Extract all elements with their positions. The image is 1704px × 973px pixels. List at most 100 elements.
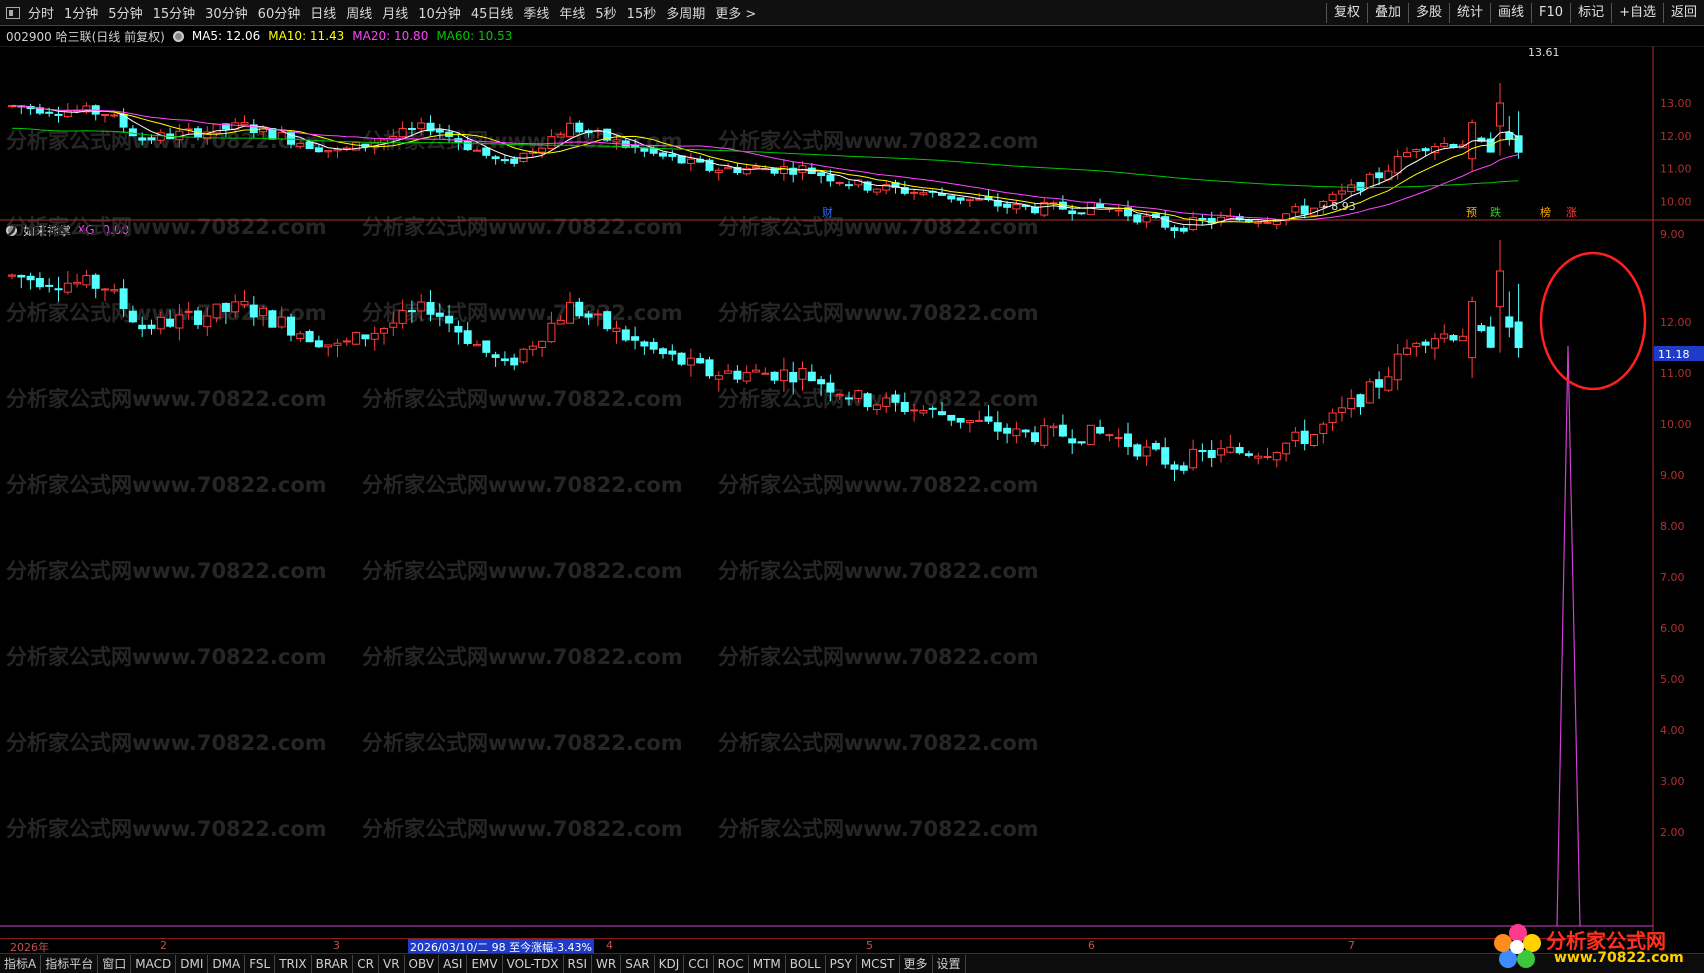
indicator-tab-21[interactable]: MTM (749, 954, 786, 973)
tool-button-0[interactable]: 复权 (1325, 3, 1367, 23)
indicator-candle-body (761, 372, 770, 375)
indicator-tab-15[interactable]: RSI (564, 954, 593, 973)
indicator-candle-body (119, 288, 128, 309)
indicator-tab-3[interactable]: MACD (131, 954, 177, 973)
watermark-text: 分析家公式网www.70822.com (718, 473, 1039, 497)
indicator-candle-body (473, 343, 481, 347)
indicator-candle-body (1198, 450, 1207, 453)
period-16[interactable]: 更多 > (715, 3, 756, 22)
indicator-tab-2[interactable]: 窗口 (98, 954, 132, 973)
main-candle-body (491, 156, 500, 160)
tool-button-6[interactable]: 标记 (1570, 3, 1611, 23)
indicator-tab-24[interactable]: MCST (857, 954, 900, 973)
period-8[interactable]: 月线 (382, 3, 408, 22)
indicator-tab-22[interactable]: BOLL (786, 954, 826, 973)
indicator-tab-13[interactable]: EMV (467, 954, 503, 973)
indicator-candle-body (752, 369, 760, 373)
period-2[interactable]: 5分钟 (108, 3, 142, 22)
period-13[interactable]: 5秒 (595, 3, 616, 22)
period-9[interactable]: 10分钟 (418, 3, 461, 22)
period-14[interactable]: 15秒 (627, 3, 657, 22)
main-candle-body (45, 111, 54, 114)
indicator-tab-4[interactable]: DMI (176, 954, 209, 973)
indicator-candle-body (305, 331, 314, 343)
indicator-tab-25[interactable]: 更多 (900, 954, 933, 973)
period-5[interactable]: 60分钟 (258, 3, 301, 22)
main-candle-body (770, 167, 779, 174)
indicator-tab-16[interactable]: WR (592, 954, 622, 973)
period-6[interactable]: 日线 (310, 3, 336, 22)
indicator-tab-1[interactable]: 指标平台 (41, 954, 99, 973)
indicator-candle-body (1068, 438, 1077, 444)
indicator-tab-11[interactable]: OBV (405, 954, 440, 973)
window-toggle-icon[interactable] (6, 6, 20, 19)
indicator-candle-body (696, 358, 705, 364)
indicator-candle-body (1086, 424, 1095, 446)
indicator-candle-body (1403, 347, 1411, 355)
main-candle-body (500, 159, 509, 162)
indicator-tab-20[interactable]: ROC (714, 954, 749, 973)
tool-button-8[interactable]: 返回 (1662, 3, 1704, 23)
settings-icon[interactable] (172, 30, 184, 42)
indicator-candle-body (1319, 423, 1328, 434)
tool-button-4[interactable]: 画线 (1490, 3, 1531, 23)
indicator-tab-17[interactable]: SAR (621, 954, 655, 973)
period-4[interactable]: 30分钟 (205, 3, 248, 22)
main-candle-body (677, 155, 686, 164)
indicator-tab-10[interactable]: VR (379, 954, 405, 973)
indicator-candle-body (1096, 426, 1105, 434)
indicator-candle-body (277, 316, 286, 328)
indicator-tab-14[interactable]: VOL-TDX (503, 954, 564, 973)
main-candle-body (640, 148, 649, 152)
sub-tick-label: 8.00 (1660, 520, 1685, 533)
indicator-tab-5[interactable]: DMA (208, 954, 246, 973)
period-1[interactable]: 1分钟 (64, 3, 98, 22)
indicator-candle-body (249, 304, 258, 318)
main-candle-body (779, 166, 788, 175)
tool-button-2[interactable]: 多股 (1407, 3, 1449, 23)
indicator-candle-body (1440, 333, 1449, 339)
watermark-layer: 分析家公式网www.70822.com 分析家公式网www.70822.com 分析… (6, 129, 1039, 841)
sub-tick-label: 5.00 (1660, 673, 1685, 686)
period-3[interactable]: 15分钟 (153, 3, 196, 22)
indicator-tab-6[interactable]: FSL (245, 954, 276, 973)
period-15[interactable]: 多周期 (666, 3, 705, 22)
tool-button-5[interactable]: F10 (1531, 3, 1570, 23)
tool-button-7[interactable]: +自选 (1611, 3, 1663, 23)
indicator-candle-body (817, 379, 826, 385)
sub-tick-label: 3.00 (1660, 775, 1685, 788)
indicator-tab-7[interactable]: TRIX (275, 954, 312, 973)
period-11[interactable]: 季线 (523, 3, 549, 22)
main-candle-body (1133, 214, 1142, 223)
indicator-candle-body (35, 278, 44, 288)
main-candle-body (1198, 217, 1207, 220)
main-candle-body (538, 147, 547, 153)
tool-button-3[interactable]: 统计 (1449, 3, 1490, 23)
indicator-candle-body (296, 333, 305, 339)
period-0[interactable]: 分时 (28, 3, 54, 22)
indicator-candle-body (101, 288, 109, 291)
main-tick-label: 9.00 (1660, 228, 1685, 241)
main-candle-body (965, 198, 974, 201)
indicator-candle-body (519, 348, 528, 363)
indicator-candle-body (1235, 447, 1244, 454)
period-7[interactable]: 周线 (346, 3, 372, 22)
indicator-tab-23[interactable]: PSY (826, 954, 857, 973)
main-candle-body (556, 134, 565, 138)
period-12[interactable]: 年线 (559, 3, 585, 22)
indicator-candle-body (891, 394, 900, 403)
indicator-tab-19[interactable]: CCI (684, 954, 714, 973)
kline-chart[interactable]: 分析家公式网www.70822.com 分析家公式网www.70822.com 分析… (0, 46, 1704, 938)
indicator-tab-18[interactable]: KDJ (655, 954, 685, 973)
indicator-candle-body (863, 393, 872, 408)
period-10[interactable]: 45日线 (471, 3, 514, 22)
tool-button-1[interactable]: 叠加 (1366, 3, 1408, 23)
indicator-candle-body (45, 284, 54, 287)
indicator-tab-12[interactable]: ASI (439, 954, 468, 973)
indicator-tab-9[interactable]: CR (353, 954, 379, 973)
indicator-tab-8[interactable]: BRAR (312, 954, 354, 973)
indicator-tab-26[interactable]: 设置 (933, 954, 966, 973)
main-candle-body (668, 154, 677, 157)
indicator-candle-body (1170, 464, 1179, 470)
indicator-tab-0[interactable]: 指标A (0, 954, 42, 973)
